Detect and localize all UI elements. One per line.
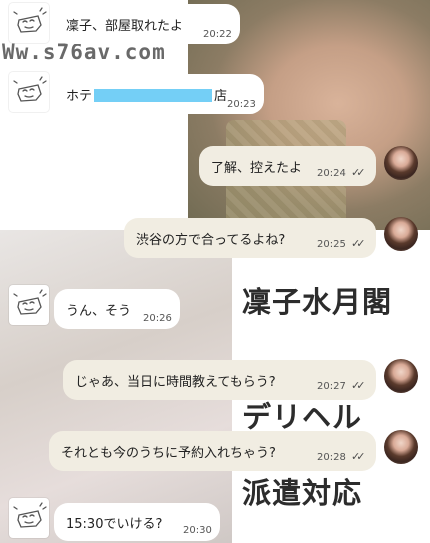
user-avatar[interactable] (384, 217, 418, 251)
message-text: それとも今のうちに予約入れちゃう? (61, 445, 276, 461)
poster-title: 凜子水月閣 (242, 285, 393, 319)
message-bubble[interactable]: それとも今のうちに予約入れちゃう? (49, 431, 376, 471)
double-check-icon: ✓✓ (351, 166, 366, 179)
message-time: 20:25 (317, 239, 346, 250)
poster-dispatch: 派遣対応 (242, 476, 363, 510)
message-bubble[interactable]: 渋谷の方で合ってるよね? (124, 218, 376, 258)
message-time: 20:26 (143, 313, 172, 324)
message-time: 20:27 (317, 381, 346, 392)
message-text: 凜子、部屋取れたよ (66, 18, 184, 34)
shop-avatar-icon[interactable] (9, 3, 49, 43)
shop-avatar-icon[interactable] (9, 498, 49, 538)
double-check-icon: ✓✓ (351, 450, 366, 463)
double-check-icon: ✓✓ (351, 379, 366, 392)
message-text-end: 店 (214, 88, 228, 104)
message-text: じゃあ、当日に時間教えてもらう? (75, 374, 276, 390)
message-bubble[interactable]: 了解、控えたよ (199, 146, 376, 186)
double-check-icon: ✓✓ (351, 237, 366, 250)
message-time: 20:30 (183, 525, 212, 536)
message-text: ホテ 店 (66, 85, 227, 104)
poster-service: デリヘル (242, 400, 363, 434)
shop-avatar-icon[interactable] (9, 72, 49, 112)
redacted-hotel-name (94, 88, 213, 102)
message-text-start: ホテ (66, 88, 93, 104)
message-bubble[interactable]: じゃあ、当日に時間教えてもらう? (63, 360, 376, 400)
message-text: 15:30でいける? (66, 516, 163, 532)
message-time: 20:22 (203, 29, 232, 40)
user-avatar[interactable] (384, 359, 418, 393)
user-avatar[interactable] (384, 146, 418, 180)
message-text: うん、そう (66, 303, 132, 319)
user-avatar[interactable] (384, 430, 418, 464)
shop-avatar-icon[interactable] (9, 285, 49, 325)
message-time: 20:24 (317, 168, 346, 179)
message-text: 渋谷の方で合ってるよね? (136, 232, 286, 248)
message-time: 20:28 (317, 452, 346, 463)
message-text: 了解、控えたよ (211, 160, 303, 176)
message-time: 20:23 (227, 99, 256, 110)
